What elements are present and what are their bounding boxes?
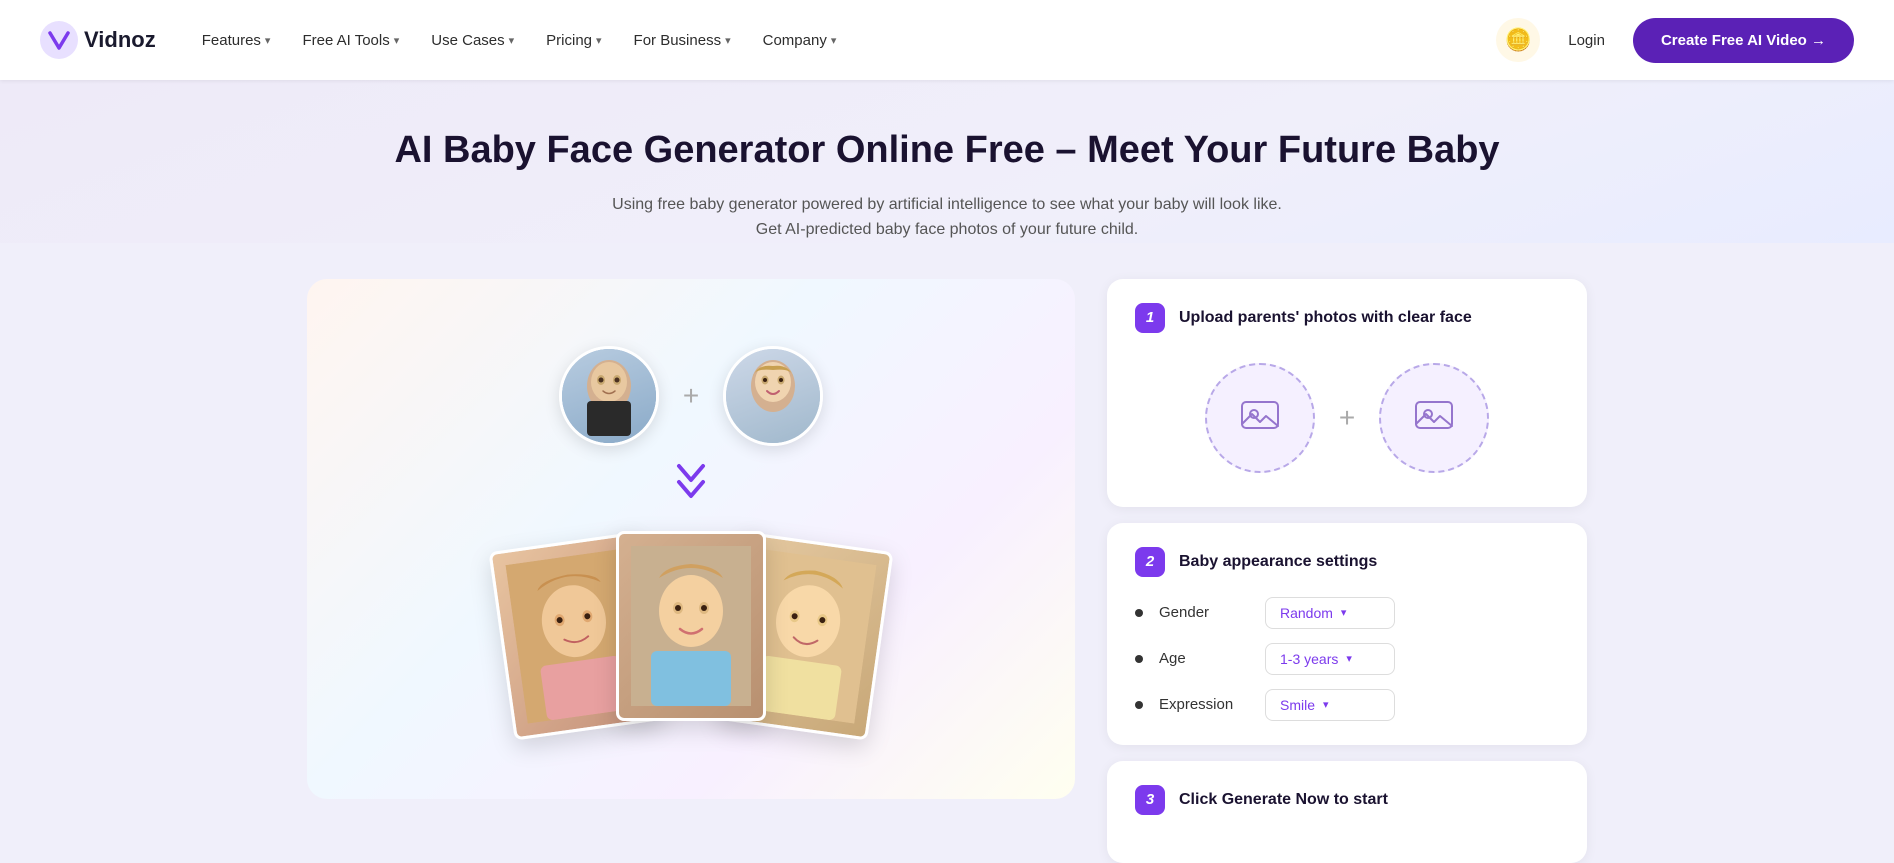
- baby-photo-center: [616, 531, 766, 721]
- step2-card: 2 Baby appearance settings Gender Random…: [1107, 523, 1587, 745]
- upload-row: +: [1135, 353, 1559, 483]
- expression-value: Smile: [1280, 697, 1315, 713]
- gender-select[interactable]: Random ▾: [1265, 597, 1395, 629]
- bullet-icon: [1135, 701, 1143, 709]
- nav-right: 🪙 Login Create Free AI Video →: [1496, 18, 1854, 63]
- parents-row: +: [559, 346, 823, 446]
- image-upload-icon: [1240, 396, 1280, 440]
- step1-card: 1 Upload parents' photos with clear face…: [1107, 279, 1587, 507]
- parents-plus-icon: +: [683, 380, 699, 412]
- chevron-down-icon: ▾: [1323, 698, 1329, 711]
- chevron-down-icon: ▾: [1341, 606, 1347, 619]
- hero-subtitle: Using free baby generator powered by art…: [597, 192, 1297, 243]
- step1-title: Upload parents' photos with clear face: [1179, 309, 1472, 327]
- step1-number: 1: [1135, 303, 1165, 333]
- step3-title: Click Generate Now to start: [1179, 791, 1388, 809]
- nav-links: Features ▾ Free AI Tools ▾ Use Cases ▾ P…: [188, 24, 1497, 57]
- gender-value: Random: [1280, 605, 1333, 621]
- nav-item-use-cases[interactable]: Use Cases ▾: [417, 24, 528, 57]
- upload-plus-icon: +: [1339, 402, 1355, 434]
- bullet-icon: [1135, 655, 1143, 663]
- expression-label: Expression: [1159, 696, 1249, 713]
- brand-name: Vidnoz: [84, 27, 156, 53]
- bullet-icon: [1135, 609, 1143, 617]
- chevron-down-icon: ▾: [725, 34, 731, 47]
- chevron-down-icon: ▾: [509, 34, 515, 47]
- upload-mom-button[interactable]: [1379, 363, 1489, 473]
- nav-item-free-ai-tools[interactable]: Free AI Tools ▾: [288, 24, 413, 57]
- chevron-down-icon: ▾: [1346, 652, 1352, 665]
- step2-number: 2: [1135, 547, 1165, 577]
- step3-number: 3: [1135, 785, 1165, 815]
- demo-panel: +: [307, 279, 1075, 799]
- age-select[interactable]: 1-3 years ▾: [1265, 643, 1395, 675]
- step2-header: 2 Baby appearance settings: [1135, 547, 1559, 577]
- login-button[interactable]: Login: [1556, 24, 1617, 57]
- baby-photos-display: [501, 531, 881, 731]
- page-title: AI Baby Face Generator Online Free – Mee…: [60, 128, 1834, 174]
- nav-item-for-business[interactable]: For Business ▾: [620, 24, 745, 57]
- dad-avatar: [559, 346, 659, 446]
- age-label: Age: [1159, 650, 1249, 667]
- nav-item-features[interactable]: Features ▾: [188, 24, 285, 57]
- chevron-down-icon: ▾: [394, 34, 400, 47]
- step2-title: Baby appearance settings: [1179, 553, 1377, 571]
- nav-item-pricing[interactable]: Pricing ▾: [532, 24, 615, 57]
- navigation: Vidnoz Features ▾ Free AI Tools ▾ Use Ca…: [0, 0, 1894, 80]
- credits-icon[interactable]: 🪙: [1496, 18, 1540, 62]
- expression-setting-row: Expression Smile ▾: [1135, 689, 1559, 721]
- nav-item-company[interactable]: Company ▾: [749, 24, 851, 57]
- gender-setting-row: Gender Random ▾: [1135, 597, 1559, 629]
- age-setting-row: Age 1-3 years ▾: [1135, 643, 1559, 675]
- create-video-button[interactable]: Create Free AI Video →: [1633, 18, 1854, 63]
- age-value: 1-3 years: [1280, 651, 1338, 667]
- step3-header: 3 Click Generate Now to start: [1135, 785, 1559, 815]
- gender-label: Gender: [1159, 604, 1249, 621]
- mom-avatar: [723, 346, 823, 446]
- step3-card: 3 Click Generate Now to start: [1107, 761, 1587, 863]
- logo[interactable]: Vidnoz: [40, 21, 156, 59]
- steps-panel: 1 Upload parents' photos with clear face…: [1107, 279, 1587, 863]
- image-upload-icon: [1414, 396, 1454, 440]
- chevron-down-icon: ▾: [265, 34, 271, 47]
- expression-select[interactable]: Smile ▾: [1265, 689, 1395, 721]
- chevron-down-icon: ▾: [831, 34, 837, 47]
- chevron-down-icon: ▾: [596, 34, 602, 47]
- main-content: +: [247, 279, 1647, 863]
- step1-header: 1 Upload parents' photos with clear face: [1135, 303, 1559, 333]
- upload-dad-button[interactable]: [1205, 363, 1315, 473]
- hero-section: AI Baby Face Generator Online Free – Mee…: [0, 80, 1894, 243]
- down-arrows-icon: [671, 462, 711, 511]
